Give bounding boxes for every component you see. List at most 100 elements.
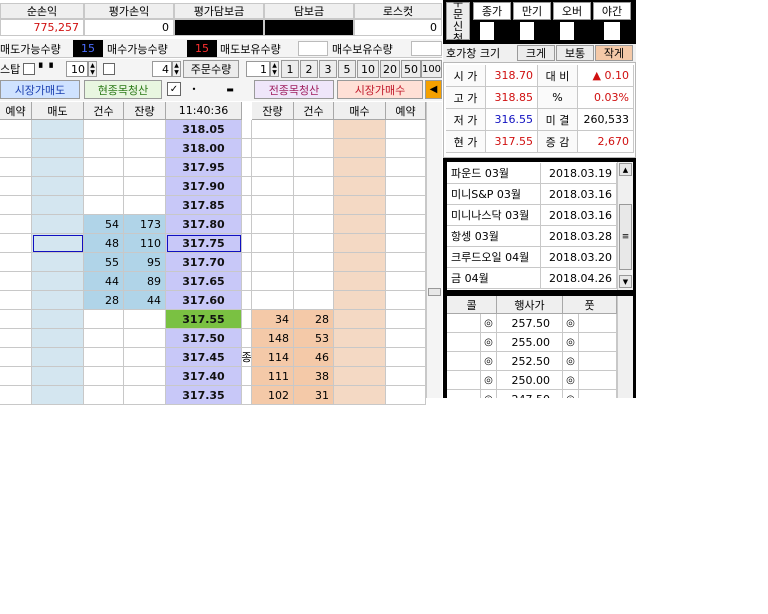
close-price-tab[interactable]: 종가	[473, 2, 511, 20]
price-cell[interactable]: 317.80	[166, 215, 242, 234]
market-buy-button[interactable]: 시장가매수	[337, 80, 423, 99]
collapse-arrow-icon[interactable]: ◀	[425, 80, 442, 99]
order-qty-spinner[interactable]: ▲ ▼	[270, 61, 279, 77]
price-cell[interactable]: 317.60	[166, 291, 242, 310]
qty-50-button[interactable]: 50	[401, 60, 421, 78]
reserve-sell-cell[interactable]	[0, 367, 32, 386]
call-marker-icon[interactable]: ◎	[481, 371, 497, 390]
confirm-checkbox[interactable]: ✓	[167, 82, 181, 96]
price-cell[interactable]: 317.45	[166, 348, 242, 367]
qty-100-button[interactable]: 100	[421, 60, 442, 78]
reserve-sell-cell[interactable]	[0, 158, 32, 177]
buy-cell[interactable]	[334, 234, 386, 253]
sell-cell[interactable]	[32, 348, 84, 367]
reserve-sell-cell[interactable]	[0, 177, 32, 196]
futures-expiry-date[interactable]: 2018.03.19	[541, 163, 617, 184]
reserve-sell-cell[interactable]	[0, 329, 32, 348]
sell-cell[interactable]	[32, 120, 84, 139]
reserve-buy-cell[interactable]	[386, 348, 426, 367]
futures-name[interactable]: 항셍 03월	[447, 226, 541, 247]
reserve-buy-cell[interactable]	[386, 329, 426, 348]
price-cell[interactable]: 317.90	[166, 177, 242, 196]
reserve-buy-cell[interactable]	[386, 234, 426, 253]
reserve-buy-cell[interactable]	[386, 120, 426, 139]
sell-cell[interactable]	[32, 253, 84, 272]
reserve-sell-cell[interactable]	[0, 120, 32, 139]
reserve-sell-cell[interactable]	[0, 139, 32, 158]
size-medium-button[interactable]: 보통	[556, 45, 594, 61]
buy-cell[interactable]	[334, 196, 386, 215]
put-marker-icon[interactable]: ◎	[563, 333, 579, 352]
sell-cell[interactable]	[32, 291, 84, 310]
call-marker-icon[interactable]: ◎	[481, 314, 497, 333]
second-ticks-spinner[interactable]: ▲ ▼	[172, 61, 181, 77]
reserve-sell-cell[interactable]	[0, 253, 32, 272]
reserve-buy-cell[interactable]	[386, 386, 426, 405]
reserve-buy-cell[interactable]	[386, 272, 426, 291]
orderbook-scroll-thumb[interactable]	[428, 288, 441, 296]
sell-cell[interactable]	[32, 386, 84, 405]
liquidate-current-button[interactable]: 현종목청산	[84, 80, 162, 99]
qty-20-button[interactable]: 20	[380, 60, 400, 78]
strike-price[interactable]: 250.00	[497, 371, 563, 390]
sell-cell[interactable]	[32, 329, 84, 348]
strike-price[interactable]: 252.50	[497, 352, 563, 371]
size-large-button[interactable]: 크게	[517, 45, 555, 61]
buy-cell[interactable]	[334, 177, 386, 196]
qty-2-button[interactable]: 2	[300, 60, 318, 78]
reserve-sell-cell[interactable]	[0, 310, 32, 329]
buy-cell[interactable]	[334, 272, 386, 291]
sell-cell[interactable]	[32, 310, 84, 329]
reserve-buy-cell[interactable]	[386, 139, 426, 158]
reserve-sell-cell[interactable]	[0, 348, 32, 367]
order-request-button[interactable]: 주문신청	[446, 0, 470, 45]
price-cell[interactable]: 317.75	[166, 234, 242, 253]
price-cell[interactable]: 317.85	[166, 196, 242, 215]
order-qty-input[interactable]: 1	[246, 61, 270, 77]
futures-expiry-date[interactable]: 2018.03.16	[541, 184, 617, 205]
price-cell[interactable]: 317.95	[166, 158, 242, 177]
scroll-thumb[interactable]: ≡	[619, 204, 632, 270]
reserve-sell-cell[interactable]	[0, 272, 32, 291]
strike-price[interactable]: 255.00	[497, 333, 563, 352]
strike-price[interactable]: 247.50	[497, 390, 563, 398]
orderbook-scrollbar[interactable]	[426, 102, 442, 398]
futures-name[interactable]: 미니S&P 03월	[447, 184, 541, 205]
reserve-buy-cell[interactable]	[386, 177, 426, 196]
price-cell[interactable]: 317.70	[166, 253, 242, 272]
sell-cell[interactable]	[32, 177, 84, 196]
stop-ticks-spinner[interactable]: ▲ ▼	[88, 61, 97, 77]
stop-ticks-input[interactable]: 10	[66, 61, 88, 77]
sell-cell[interactable]	[32, 215, 84, 234]
put-marker-icon[interactable]: ◎	[563, 314, 579, 333]
price-cell[interactable]: 317.50	[166, 329, 242, 348]
scroll-down-icon[interactable]: ▼	[619, 275, 632, 288]
call-marker-icon[interactable]: ◎	[481, 352, 497, 371]
futures-scrollbar[interactable]: ▲ ≡ ▼	[617, 162, 633, 290]
futures-name[interactable]: 파운드 03월	[447, 163, 541, 184]
buy-cell[interactable]	[334, 291, 386, 310]
reserve-buy-cell[interactable]	[386, 196, 426, 215]
sell-cell[interactable]	[32, 158, 84, 177]
stop-checkbox[interactable]	[23, 63, 35, 75]
price-cell[interactable]: 318.00	[166, 139, 242, 158]
reserve-sell-cell[interactable]	[0, 291, 32, 310]
price-cell[interactable]: 318.05	[166, 120, 242, 139]
reserve-buy-cell[interactable]	[386, 158, 426, 177]
call-marker-icon[interactable]: ◎	[481, 333, 497, 352]
size-small-button[interactable]: 작게	[595, 45, 633, 61]
expiry-tab[interactable]: 만기	[513, 2, 551, 20]
buy-cell[interactable]	[334, 329, 386, 348]
buy-cell[interactable]	[334, 158, 386, 177]
reserve-sell-cell[interactable]	[0, 234, 32, 253]
price-cell[interactable]: 317.55	[166, 310, 242, 329]
second-checkbox[interactable]	[103, 63, 115, 75]
futures-name[interactable]: 미니나스닥 03월	[447, 205, 541, 226]
put-marker-icon[interactable]: ◎	[563, 352, 579, 371]
qty-10-button[interactable]: 10	[357, 60, 379, 78]
sell-cell[interactable]	[32, 139, 84, 158]
qty-5-button[interactable]: 5	[338, 60, 356, 78]
second-ticks-input[interactable]: 4	[152, 61, 172, 77]
market-sell-button[interactable]: 시장가매도	[0, 80, 80, 99]
reserve-buy-cell[interactable]	[386, 367, 426, 386]
